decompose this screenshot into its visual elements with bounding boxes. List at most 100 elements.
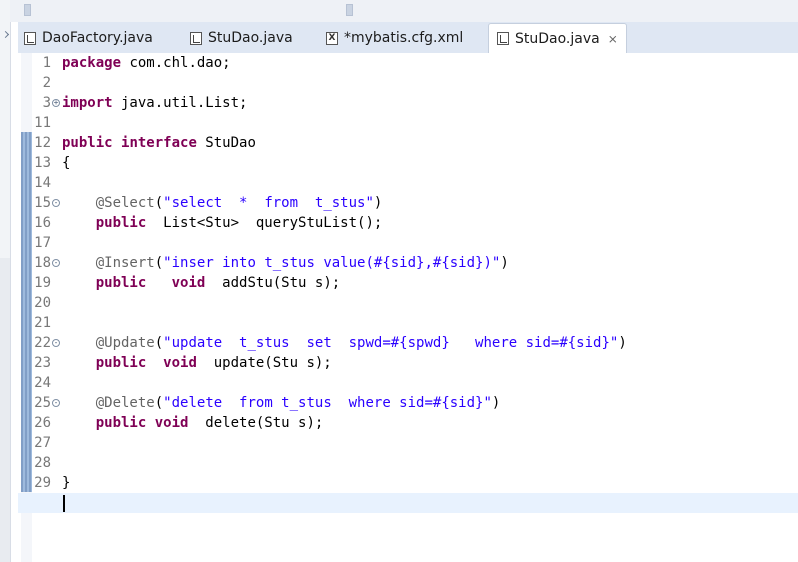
tab-label: StuDao.java: [208, 30, 293, 46]
text-caret: [63, 495, 65, 512]
keyword-token: import: [62, 95, 113, 111]
keyword-token: public: [95, 275, 147, 291]
string-token: "select * from t_stus": [163, 195, 374, 211]
string-token: "update t_stus set spwd=#{spwd} where si…: [163, 335, 619, 351]
code-line[interactable]: public interface StuDao: [62, 133, 256, 153]
code-token: ): [500, 255, 509, 271]
line-number: 2: [42, 75, 51, 91]
line-number: 14: [34, 175, 51, 191]
code-editor[interactable]: 1 2 3 +11 12 13 14 15-16 17 18-19 20 21 22-23 24 25-26…: [18, 53, 798, 562]
line-number: 21: [34, 315, 51, 331]
close-icon[interactable]: ⨯: [608, 32, 618, 46]
code-line[interactable]: @Delete("delete from t_stus where sid=#{…: [62, 393, 501, 413]
code-line[interactable]: {: [62, 153, 70, 173]
line-number: 20: [34, 295, 51, 311]
line-number: 24: [34, 375, 51, 391]
line-number: 12: [34, 135, 51, 151]
code-token: addStu(Stu s);: [205, 275, 341, 291]
xml-file-icon: X: [326, 31, 338, 45]
line-number: 22: [34, 335, 51, 351]
code-token: com.chl.dao;: [121, 55, 231, 71]
code-line[interactable]: public void delete(Stu s);: [62, 413, 324, 433]
keyword-token: public: [95, 215, 147, 231]
keyword-token: void: [171, 275, 206, 291]
line-number: 26: [34, 415, 51, 431]
code-token: (: [154, 395, 164, 411]
toolbar-strip: [10, 0, 798, 22]
line-number: 19: [34, 275, 51, 291]
collapse-fold-icon[interactable]: -: [52, 339, 60, 347]
line-number: 28: [34, 455, 51, 471]
collapse-fold-icon[interactable]: -: [52, 399, 60, 407]
code-token: {: [62, 155, 71, 171]
string-token: "delete from t_stus where sid=#{sid}": [163, 395, 492, 411]
keyword-token: public: [62, 135, 113, 151]
line-number: 16: [34, 215, 51, 231]
tab-mybatis-cfg-xml[interactable]: X *mybatis.cfg.xml: [326, 24, 463, 52]
keyword-token: package: [62, 55, 122, 71]
code-token: (: [154, 195, 164, 211]
current-line-number-highlight: [18, 493, 62, 513]
left-panel-scrollbar[interactable]: [0, 258, 10, 562]
code-token: StuDao: [196, 135, 256, 151]
line-number: 18: [34, 255, 51, 271]
left-panel-edge: [0, 0, 11, 562]
quick-diff-bar: [21, 132, 32, 492]
line-number-ruler: 1 2 3 +11 12 13 14 15-16 17 18-19 20 21 22-23 24 25-26…: [18, 53, 60, 562]
keyword-token: void: [154, 415, 189, 431]
tab-daofactory-java[interactable]: DaoFactory.java: [24, 24, 153, 52]
code-line[interactable]: package com.chl.dao;: [62, 53, 231, 73]
code-token: }: [62, 475, 71, 491]
tab-studao-java-active[interactable]: StuDao.java ⨯: [488, 23, 627, 53]
java-file-icon: [190, 31, 202, 45]
line-number: 17: [34, 235, 51, 251]
line-number: 23: [34, 355, 51, 371]
code-line[interactable]: import java.util.List;: [62, 93, 247, 113]
annotation-token: @Update: [95, 335, 155, 351]
line-number: 15: [34, 195, 51, 211]
code-token: java.util.List;: [112, 95, 248, 111]
tab-label: DaoFactory.java: [42, 30, 153, 46]
code-text-area[interactable]: package com.chl.dao; import java.util.Lis…: [18, 53, 798, 562]
current-line-highlight: [62, 493, 798, 513]
code-token: ): [491, 395, 501, 411]
line-number: 3: [42, 95, 51, 111]
code-line[interactable]: public void addStu(Stu s);: [62, 273, 340, 293]
code-line[interactable]: @Select("select * from t_stus"): [62, 193, 383, 213]
editor-tab-bar: DaoFactory.java StuDao.java X *mybatis.c…: [18, 22, 798, 54]
keyword-token: public: [95, 415, 147, 431]
keyword-token: interface: [121, 135, 197, 151]
code-line[interactable]: public void update(Stu s);: [62, 353, 332, 373]
tab-label: *mybatis.cfg.xml: [344, 30, 464, 46]
line-number: 13: [34, 155, 51, 171]
collapse-arrow-icon[interactable]: [1, 30, 10, 39]
line-number: 25: [34, 395, 51, 411]
tab-studao-java[interactable]: StuDao.java: [190, 24, 293, 52]
code-line[interactable]: @Update("update t_stus set spwd=#{spwd} …: [62, 333, 627, 353]
java-file-icon: [24, 31, 36, 45]
toolbar-marker-icon: [24, 4, 31, 16]
code-token: delete(Stu s);: [188, 415, 324, 431]
collapse-fold-icon[interactable]: -: [52, 199, 60, 207]
code-line[interactable]: }: [62, 473, 70, 493]
code-line[interactable]: @Insert("inser into t_stus value(#{sid},…: [62, 253, 509, 273]
collapse-fold-icon[interactable]: -: [52, 259, 60, 267]
java-file-icon: [497, 32, 509, 45]
code-token: ): [618, 335, 627, 351]
tab-label: StuDao.java: [515, 30, 600, 47]
keyword-token: void: [163, 355, 197, 371]
code-line[interactable]: public List<Stu> queryStuList();: [62, 213, 383, 233]
annotation-token: @Select: [95, 195, 155, 211]
line-number: 11: [34, 115, 51, 131]
keyword-token: public: [95, 355, 147, 371]
code-token: (: [154, 255, 164, 271]
expand-fold-icon[interactable]: +: [52, 99, 60, 107]
